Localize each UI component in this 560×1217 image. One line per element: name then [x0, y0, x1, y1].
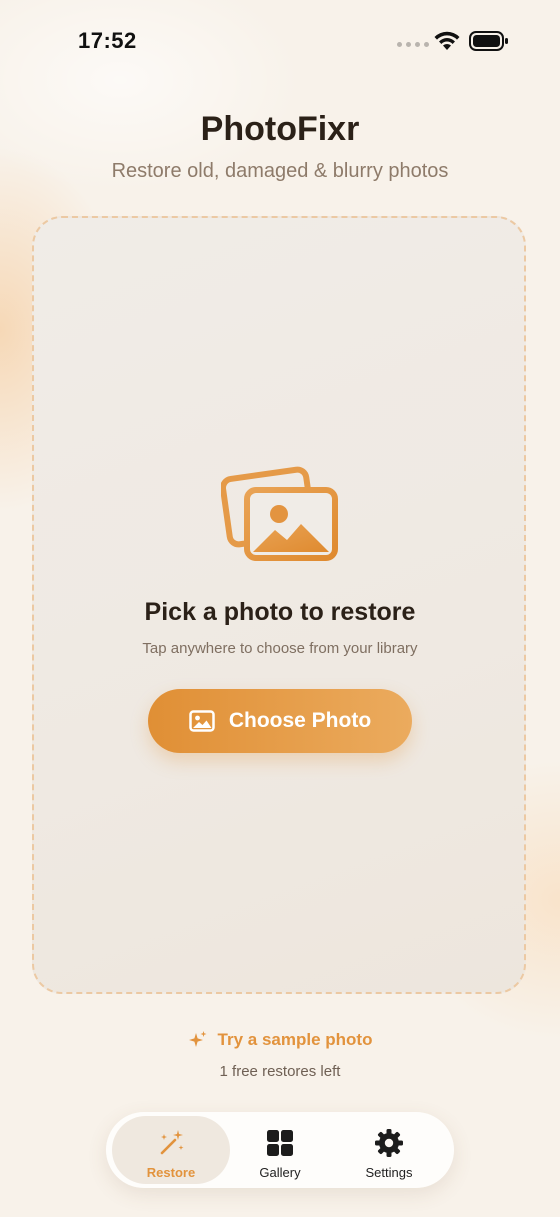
magic-wand-icon — [160, 1130, 184, 1155]
app-subtitle: Restore old, damaged & blurry photos — [111, 160, 449, 182]
tab-restore-label: Restore — [146, 1165, 196, 1180]
sparkles-icon — [188, 1031, 207, 1047]
choose-photo-button[interactable]: Choose Photo — [148, 689, 412, 753]
try-sample-photo-link[interactable]: Try a sample photo — [0, 1030, 560, 1050]
status-bar: 17:52 — [0, 0, 560, 84]
pick-photo-title: Pick a photo to restore — [144, 598, 416, 626]
battery-icon — [469, 31, 508, 51]
gear-icon — [375, 1129, 403, 1157]
app-title: PhotoFixr — [200, 110, 360, 148]
tab-settings-label: Settings — [365, 1165, 413, 1180]
grid-icon — [267, 1130, 293, 1156]
try-sample-photo-label: Try a sample photo — [217, 1030, 373, 1049]
tab-gallery[interactable]: Gallery — [221, 1116, 339, 1184]
free-restores-count: 1 free restores left — [219, 1063, 341, 1080]
tab-restore[interactable]: Restore — [112, 1116, 230, 1184]
pick-photo-subtitle: Tap anywhere to choose from your library — [142, 640, 418, 657]
wifi-icon — [434, 31, 460, 50]
status-time: 17:52 — [78, 28, 137, 53]
photos-icon — [221, 466, 338, 561]
tab-gallery-label: Gallery — [259, 1165, 301, 1180]
tab-bar: Restore Gallery Settings — [106, 1112, 454, 1188]
tab-settings[interactable]: Settings — [330, 1116, 448, 1184]
signal-dots-icon — [397, 42, 429, 47]
photo-icon — [189, 710, 215, 732]
choose-photo-label: Choose Photo — [228, 709, 372, 732]
